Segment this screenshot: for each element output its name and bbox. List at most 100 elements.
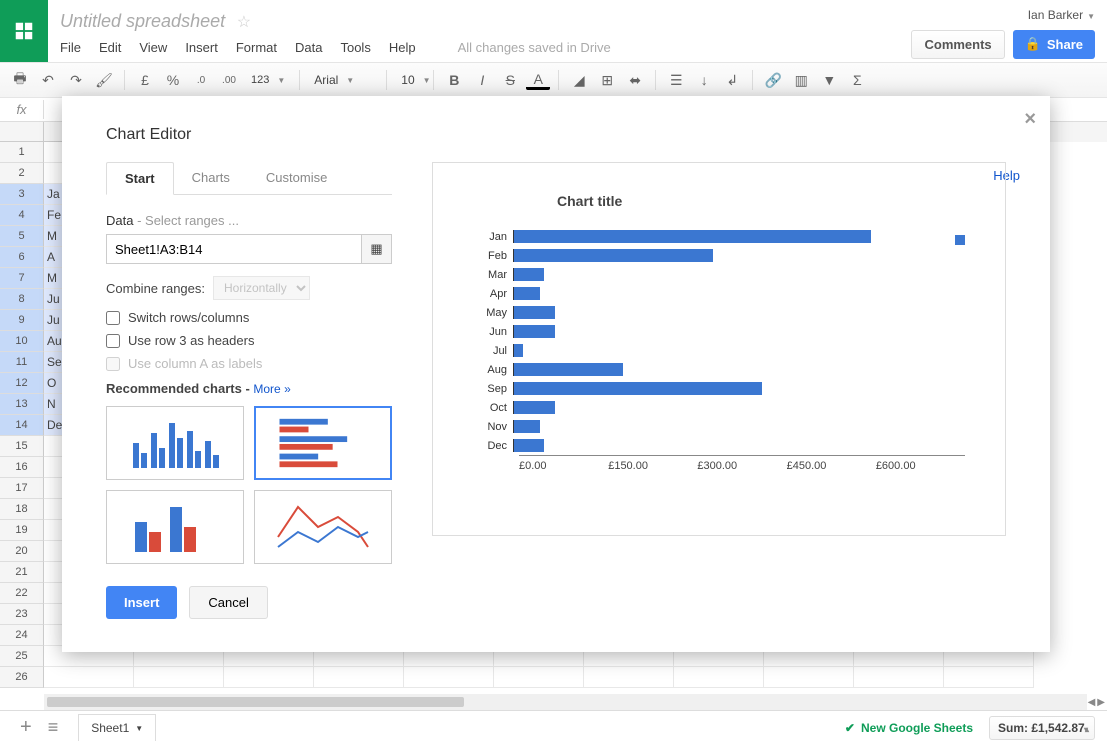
percent-btn[interactable]: % (161, 68, 185, 92)
chart-thumb-grouped-column[interactable] (106, 490, 244, 564)
row-header[interactable]: 17 (0, 478, 44, 499)
merge-icon[interactable]: ⬌ (623, 68, 647, 92)
cell[interactable] (584, 667, 674, 688)
tab-start[interactable]: Start (106, 162, 174, 195)
currency-btn[interactable]: £ (133, 68, 157, 92)
row-header[interactable]: 14 (0, 415, 44, 436)
italic-icon[interactable]: I (470, 68, 494, 92)
comments-button[interactable]: Comments (911, 30, 1004, 59)
menu-tools[interactable]: Tools (340, 40, 370, 55)
valign-icon[interactable]: ↓ (692, 68, 716, 92)
user-menu[interactable]: Ian Barker (1028, 8, 1095, 22)
cell[interactable] (764, 667, 854, 688)
range-input[interactable] (107, 235, 361, 263)
star-icon[interactable]: ☆ (237, 14, 251, 31)
doc-title[interactable]: Untitled spreadsheet (60, 7, 225, 36)
cell[interactable] (404, 667, 494, 688)
row-header[interactable]: 6 (0, 247, 44, 268)
select-range-icon[interactable]: ▦ (361, 235, 391, 263)
dec-minus-btn[interactable]: .0 (189, 68, 213, 92)
sheet-nav-arrows[interactable]: ◀▶ (1088, 697, 1105, 708)
bold-icon[interactable]: B (442, 68, 466, 92)
row-header[interactable]: 12 (0, 373, 44, 394)
row-header[interactable]: 2 (0, 163, 44, 184)
app-logo[interactable] (0, 0, 48, 62)
more-link[interactable]: More » (253, 382, 290, 396)
row-header[interactable]: 13 (0, 394, 44, 415)
fill-color-icon[interactable]: ◢ (567, 68, 591, 92)
all-sheets-icon[interactable]: ≡ (40, 717, 67, 738)
sheet-tab[interactable]: Sheet1 ▼ (78, 714, 156, 741)
row-header[interactable]: 4 (0, 205, 44, 226)
row-header[interactable]: 19 (0, 520, 44, 541)
chart-thumb-line[interactable] (254, 490, 392, 564)
row-header[interactable]: 7 (0, 268, 44, 289)
add-sheet-icon[interactable]: + (12, 716, 40, 739)
row-header[interactable]: 23 (0, 604, 44, 625)
share-button[interactable]: 🔒 Share (1013, 30, 1095, 59)
wrap-icon[interactable]: ↲ (720, 68, 744, 92)
row-header[interactable]: 3 (0, 184, 44, 205)
menu-edit[interactable]: Edit (99, 40, 121, 55)
cell[interactable] (44, 667, 134, 688)
row-header[interactable]: 9 (0, 310, 44, 331)
functions-icon[interactable]: Σ (845, 68, 869, 92)
dec-plus-btn[interactable]: .00 (217, 68, 241, 92)
row-header[interactable]: 22 (0, 583, 44, 604)
cell[interactable] (674, 667, 764, 688)
row-header[interactable]: 10 (0, 331, 44, 352)
number-format-select[interactable]: 123 (245, 72, 291, 88)
row-header[interactable]: 15 (0, 436, 44, 457)
horizontal-scrollbar[interactable] (44, 694, 1087, 710)
insert-button[interactable]: Insert (106, 586, 177, 619)
row-header[interactable]: 5 (0, 226, 44, 247)
chart-icon[interactable]: ▥ (789, 68, 813, 92)
cell[interactable] (224, 667, 314, 688)
close-icon[interactable]: × (1024, 108, 1036, 131)
print-icon[interactable]: 🖶 (8, 68, 32, 92)
cell[interactable] (134, 667, 224, 688)
menu-insert[interactable]: Insert (185, 40, 218, 55)
row-header[interactable]: 8 (0, 289, 44, 310)
menu-view[interactable]: View (139, 40, 167, 55)
font-select[interactable]: Arial (308, 71, 378, 89)
text-color-icon[interactable]: A (526, 70, 550, 90)
switch-rows-checkbox[interactable]: Switch rows/columns (106, 310, 392, 325)
paint-format-icon[interactable]: 🖌 (92, 68, 116, 92)
filter-icon[interactable]: ▼ (817, 68, 841, 92)
align-icon[interactable]: ☰ (664, 68, 688, 92)
row-header[interactable]: 16 (0, 457, 44, 478)
link-icon[interactable]: 🔗 (761, 68, 785, 92)
menu-data[interactable]: Data (295, 40, 322, 55)
new-sheets-badge[interactable]: ✔ New Google Sheets (845, 721, 973, 735)
row-header[interactable]: 1 (0, 142, 44, 163)
redo-icon[interactable]: ↷ (64, 68, 88, 92)
row-header[interactable]: 25 (0, 646, 44, 667)
chart-thumb-bar[interactable] (254, 406, 392, 480)
combine-select[interactable]: Horizontally (213, 276, 310, 300)
cell[interactable] (494, 667, 584, 688)
use-row-headers-checkbox[interactable]: Use row 3 as headers (106, 333, 392, 348)
tab-customise[interactable]: Customise (248, 162, 345, 194)
undo-icon[interactable]: ↶ (36, 68, 60, 92)
use-col-labels-checkbox[interactable]: Use column A as labels (106, 356, 392, 371)
row-header[interactable]: 24 (0, 625, 44, 646)
borders-icon[interactable]: ⊞ (595, 68, 619, 92)
row-header[interactable]: 11 (0, 352, 44, 373)
menu-format[interactable]: Format (236, 40, 277, 55)
sum-display[interactable]: Sum: £1,542.87 (989, 716, 1095, 740)
menu-help[interactable]: Help (389, 40, 416, 55)
menu-file[interactable]: File (60, 40, 81, 55)
chart-thumb-column[interactable] (106, 406, 244, 480)
cancel-button[interactable]: Cancel (189, 586, 267, 619)
cell[interactable] (944, 667, 1034, 688)
strikethrough-icon[interactable]: S (498, 68, 522, 92)
select-all-corner[interactable] (0, 122, 44, 142)
font-size-select[interactable]: 10 (395, 71, 425, 89)
row-header[interactable]: 26 (0, 667, 44, 688)
tab-charts[interactable]: Charts (174, 162, 248, 194)
row-header[interactable]: 21 (0, 562, 44, 583)
row-header[interactable]: 20 (0, 541, 44, 562)
row-header[interactable]: 18 (0, 499, 44, 520)
cell[interactable] (854, 667, 944, 688)
